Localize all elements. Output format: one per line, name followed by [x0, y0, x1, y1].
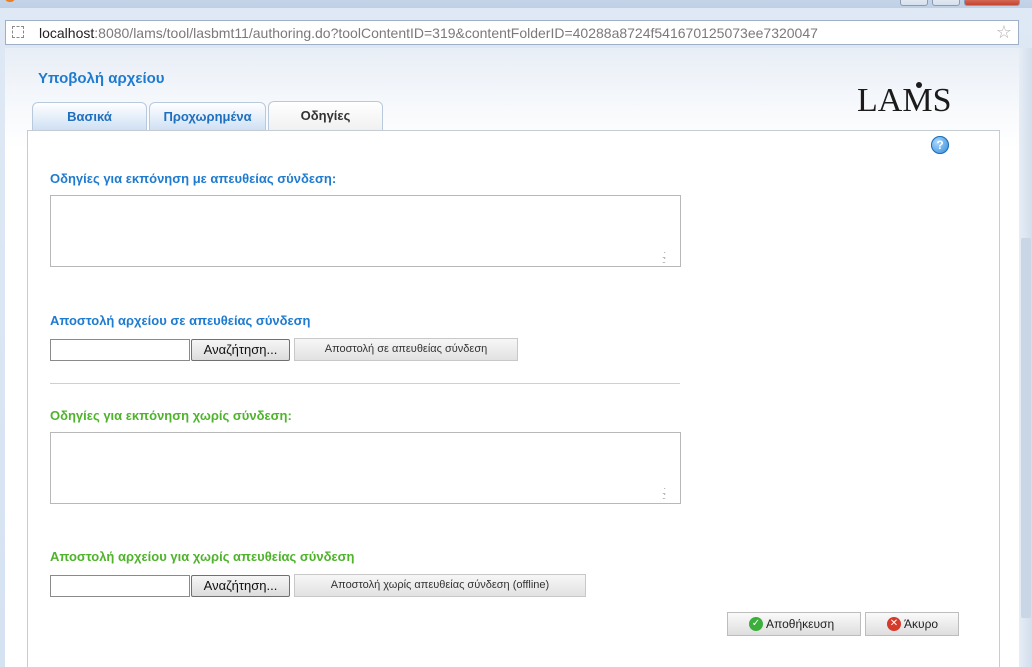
minimize-button[interactable]	[900, 0, 928, 6]
logo-part-3: S	[932, 82, 952, 119]
app-icon	[4, 0, 16, 2]
offline-instructions-textarea[interactable]	[50, 432, 681, 504]
star-icon[interactable]: ☆	[996, 22, 1012, 43]
check-icon: ✓	[749, 617, 763, 631]
save-button[interactable]: ✓ Αποθήκευση	[727, 612, 861, 636]
offline-file-input[interactable]	[50, 575, 190, 597]
window-titlebar	[0, 0, 1032, 8]
online-upload-button[interactable]: Αποστολή σε απευθείας σύνδεση	[294, 338, 518, 361]
online-instructions-label: Οδηγίες για εκπόνηση με απευθείας σύνδεσ…	[50, 171, 337, 186]
url-text[interactable]: localhost:8080/lams/tool/lasbmt11/author…	[39, 25, 818, 41]
page-content: Υποβολή αρχείου LAM S Βασικά Προχωρημένα …	[5, 48, 1019, 667]
cancel-x-icon: ✕	[887, 617, 901, 631]
url-path: :8080/lams/tool/lasbmt11/authoring.do?to…	[94, 25, 818, 41]
online-instructions-textarea[interactable]	[50, 195, 681, 267]
tab-basic[interactable]: Βασικά	[32, 102, 147, 130]
online-upload-label: Αποστολή αρχείου σε απευθείας σύνδεση	[50, 313, 311, 328]
resize-grip-icon[interactable]: ....:	[662, 246, 672, 265]
lams-logo: LAM S	[857, 82, 951, 120]
maximize-button[interactable]	[932, 0, 960, 6]
tab-instructions[interactable]: Οδηγίες	[268, 101, 383, 131]
logo-part-1: LA	[857, 82, 903, 119]
tab-advanced[interactable]: Προχωρημένα	[149, 102, 266, 130]
section-divider	[50, 383, 680, 384]
cancel-button[interactable]: ✕ Άκυρο	[865, 612, 959, 636]
logo-part-2: M	[902, 82, 933, 119]
scrollbar-thumb[interactable]	[1021, 238, 1031, 618]
address-bar[interactable]: localhost:8080/lams/tool/lasbmt11/author…	[5, 20, 1019, 45]
online-file-input[interactable]	[50, 339, 190, 361]
browser-window: localhost:8080/lams/tool/lasbmt11/author…	[0, 0, 1032, 667]
resize-grip-icon[interactable]: ....:	[662, 482, 672, 501]
offline-upload-label: Αποστολή αρχείου για χωρίς απευθείας σύν…	[50, 549, 355, 564]
help-icon[interactable]: ?	[931, 136, 949, 154]
url-host: localhost	[39, 25, 95, 41]
offline-instructions-label: Οδηγίες για εκπόνηση χωρίς σύνδεση:	[50, 408, 292, 423]
online-browse-button[interactable]: Αναζήτηση...	[191, 339, 290, 361]
page-icon	[12, 26, 24, 38]
save-button-label: Αποθήκευση	[766, 617, 835, 631]
cancel-button-label: Άκυρο	[904, 617, 939, 631]
right-scroll-edge[interactable]	[1019, 48, 1032, 667]
close-button[interactable]	[964, 0, 1020, 6]
offline-browse-button[interactable]: Αναζήτηση...	[191, 575, 290, 597]
offline-upload-button[interactable]: Αποστολή χωρίς απευθείας σύνδεση (offlin…	[294, 574, 586, 597]
page-title: Υποβολή αρχείου	[38, 70, 165, 87]
